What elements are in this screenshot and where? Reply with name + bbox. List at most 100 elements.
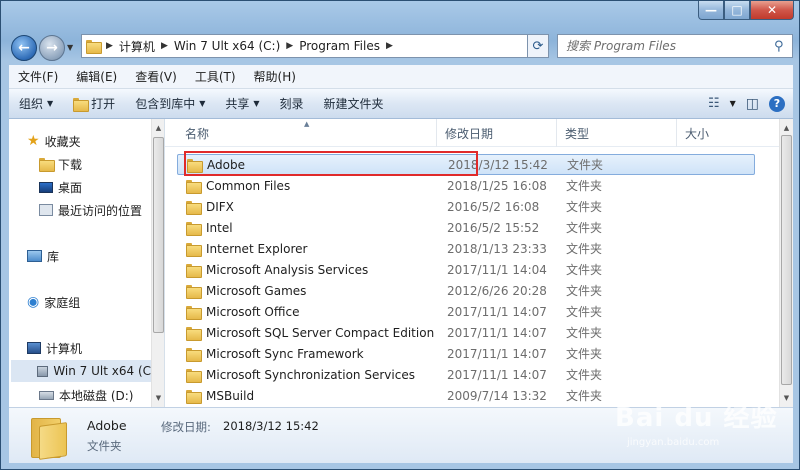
table-row[interactable]: Common Files 2018/1/25 16:08 文件夹 xyxy=(177,175,755,196)
table-row[interactable]: Microsoft Synchronization Services 2017/1… xyxy=(177,364,755,385)
share-button[interactable]: 共享 ▼ xyxy=(215,92,269,116)
scroll-down-icon[interactable]: ▼ xyxy=(780,391,793,405)
nav-homegroup[interactable]: ◉ 家庭组 xyxy=(27,292,80,312)
table-row[interactable]: Microsoft Office 2017/11/1 14:07 文件夹 xyxy=(177,301,755,322)
breadcrumb-computer[interactable]: 计算机 xyxy=(115,38,159,55)
nav-drive-c[interactable]: Win 7 Ult x64 (C xyxy=(11,360,151,382)
nav-computer[interactable]: 计算机 xyxy=(27,338,82,358)
file-name-cell: Microsoft Sync Framework xyxy=(177,346,441,362)
chevron-right-icon[interactable]: ▶ xyxy=(104,41,115,51)
nav-recent-label: 最近访问的位置 xyxy=(58,203,143,218)
search-box: ⚲ xyxy=(557,34,793,58)
folder-icon xyxy=(186,389,202,404)
file-list-scrollbar[interactable]: ▲ ▼ xyxy=(779,119,793,407)
refresh-button[interactable]: ⟳ xyxy=(527,34,549,58)
system-drive-icon xyxy=(37,365,49,377)
column-date-modified[interactable]: 修改日期 xyxy=(437,119,557,147)
chevron-right-icon[interactable]: ▶ xyxy=(284,41,295,51)
folder-icon xyxy=(186,242,202,257)
file-list-scroll-thumb[interactable] xyxy=(781,135,792,385)
scroll-up-icon[interactable]: ▲ xyxy=(152,121,164,135)
view-options-icon[interactable]: ☷ xyxy=(708,96,720,111)
view-options-dropdown-icon[interactable]: ▼ xyxy=(730,99,736,108)
file-name: Intel xyxy=(206,220,233,235)
folder-icon xyxy=(186,305,202,320)
menu-edit[interactable]: 编辑(E) xyxy=(67,68,126,85)
menu-file[interactable]: 文件(F) xyxy=(9,68,67,85)
chevron-down-icon: ▼ xyxy=(199,99,206,108)
chevron-right-icon[interactable]: ▶ xyxy=(159,41,170,51)
forward-button[interactable]: → xyxy=(39,35,65,61)
include-in-library-button[interactable]: 包含到库中 ▼ xyxy=(125,92,215,116)
scroll-down-icon[interactable]: ▼ xyxy=(152,391,164,405)
column-type[interactable]: 类型 xyxy=(557,119,677,147)
folder-icon xyxy=(186,221,202,236)
menu-view[interactable]: 查看(V) xyxy=(126,68,186,85)
search-icon[interactable]: ⚲ xyxy=(774,39,792,54)
nav-downloads-label: 下载 xyxy=(58,157,83,172)
nav-recent-places[interactable]: 最近访问的位置 xyxy=(39,200,142,220)
breadcrumb-program-files[interactable]: Program Files xyxy=(295,39,384,53)
close-button[interactable]: ✕ xyxy=(750,1,794,20)
file-name-cell: Microsoft SQL Server Compact Edition xyxy=(177,326,441,341)
chevron-right-icon[interactable]: ▶ xyxy=(384,41,395,51)
table-row[interactable]: Microsoft SQL Server Compact Edition 2017… xyxy=(177,322,755,343)
menu-tools[interactable]: 工具(T) xyxy=(186,68,245,85)
nav-pane-scroll-thumb[interactable] xyxy=(153,137,164,333)
table-row[interactable]: Intel 2016/5/2 15:52 文件夹 xyxy=(177,217,755,238)
help-icon[interactable]: ? xyxy=(769,95,785,112)
nav-downloads[interactable]: 下载 xyxy=(39,154,82,174)
table-row[interactable]: Microsoft Games 2012/6/26 20:28 文件夹 xyxy=(177,280,755,301)
open-button[interactable]: 打开 xyxy=(63,92,125,116)
organize-label: 组织 xyxy=(19,97,44,111)
folder-icon xyxy=(186,263,202,278)
search-input[interactable] xyxy=(558,36,774,56)
breadcrumb-drive-c[interactable]: Win 7 Ult x64 (C:) xyxy=(170,39,284,53)
scroll-up-icon[interactable]: ▲ xyxy=(780,121,793,135)
table-row[interactable]: MSBuild 2009/7/14 13:32 文件夹 xyxy=(177,385,755,406)
forward-arrow-icon: → xyxy=(46,40,58,56)
organize-button[interactable]: 组织 ▼ xyxy=(9,92,63,116)
table-row[interactable]: Internet Explorer 2018/1/13 23:33 文件夹 xyxy=(177,238,755,259)
file-name-cell: Intel xyxy=(177,220,441,236)
new-folder-label: 新建文件夹 xyxy=(323,97,384,111)
annotation-highlight-box xyxy=(184,151,478,176)
table-row[interactable]: Microsoft Sync Framework 2017/11/1 14:07 文… xyxy=(177,343,755,364)
burn-button[interactable]: 刻录 xyxy=(270,92,314,116)
back-button[interactable]: ← xyxy=(11,35,37,61)
caption-buttons: — □ ✕ xyxy=(698,1,794,21)
details-pane: Adobe 修改日期: 2018/3/12 15:42 文件夹 xyxy=(9,407,793,463)
back-arrow-icon: ← xyxy=(18,40,30,56)
file-name: Microsoft Analysis Services xyxy=(206,262,369,277)
share-label: 共享 xyxy=(225,97,250,111)
file-name: Internet Explorer xyxy=(206,241,308,256)
column-size[interactable]: 大小 xyxy=(677,119,779,147)
nav-favorites[interactable]: ★ 收藏夹 xyxy=(27,131,81,151)
column-name[interactable]: 名称 xyxy=(165,119,437,147)
folder-icon xyxy=(186,179,202,194)
address-bar[interactable]: ▶ 计算机 ▶ Win 7 Ult x64 (C:) ▶ Program Fil… xyxy=(81,34,549,58)
nav-libraries[interactable]: 库 xyxy=(27,246,59,266)
file-name-cell: Microsoft Games xyxy=(177,284,441,299)
include-library-label: 包含到库中 xyxy=(135,97,196,111)
table-row[interactable]: DIFX 2016/5/2 16:08 文件夹 xyxy=(177,196,755,217)
minimize-button[interactable]: — xyxy=(698,1,724,20)
maximize-button[interactable]: □ xyxy=(724,1,750,20)
new-folder-button[interactable]: 新建文件夹 xyxy=(314,92,394,116)
menu-help[interactable]: 帮助(H) xyxy=(245,68,305,85)
nav-drive-d[interactable]: 本地磁盘 (D:) xyxy=(39,385,133,405)
file-name: Microsoft Sync Framework xyxy=(206,346,364,361)
nav-pane-scrollbar[interactable]: ▲ ▼ xyxy=(151,119,164,407)
nav-desktop-label: 桌面 xyxy=(58,180,83,195)
open-label: 打开 xyxy=(91,97,116,111)
file-date: 2016/5/2 16:08 xyxy=(447,199,540,214)
preview-pane-icon[interactable]: ◫ xyxy=(746,96,759,112)
file-type: 文件夹 xyxy=(566,284,603,298)
file-name-cell: Microsoft Analysis Services xyxy=(177,262,441,278)
folder-icon xyxy=(186,368,202,383)
nav-desktop[interactable]: 桌面 xyxy=(39,177,82,197)
nav-homegroup-label: 家庭组 xyxy=(44,295,81,310)
recent-pages-dropdown-icon[interactable]: ▼ xyxy=(67,43,73,52)
file-name-cell: Common Files xyxy=(177,179,441,194)
table-row[interactable]: Microsoft Analysis Services 2017/11/1 14:… xyxy=(177,259,755,280)
